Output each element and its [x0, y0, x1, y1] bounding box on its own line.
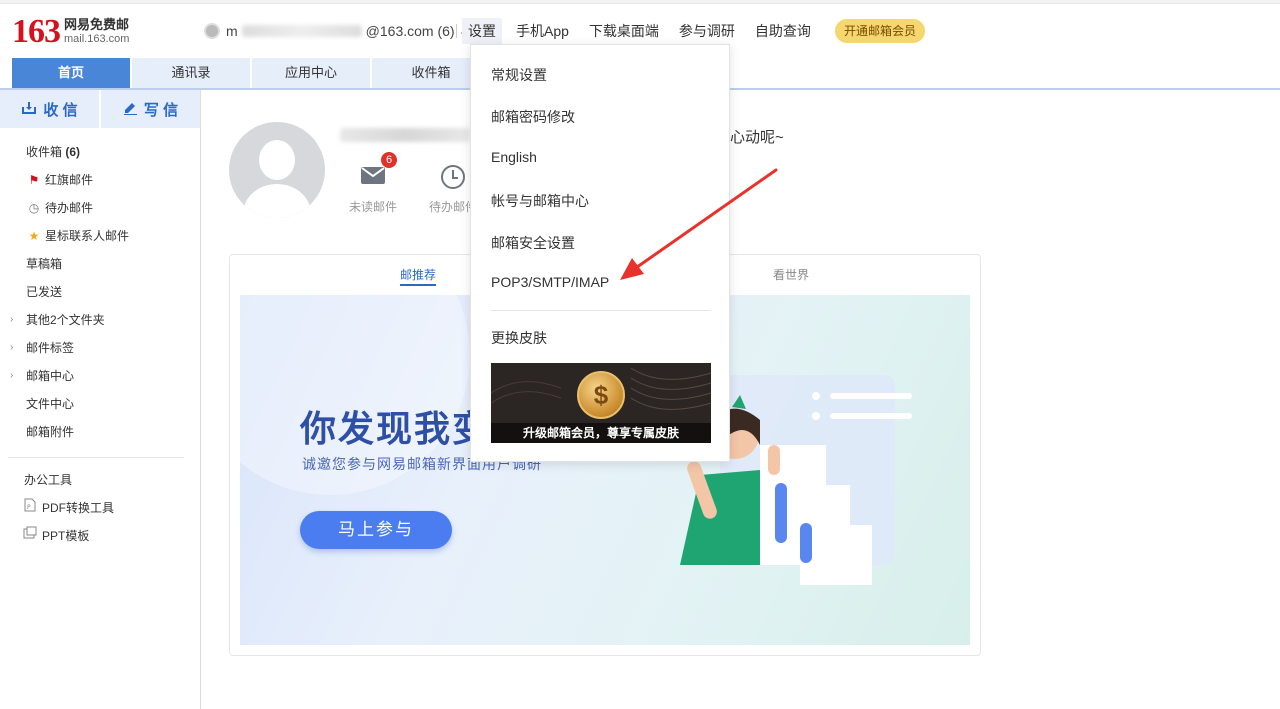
tools-heading: 办公工具 [0, 466, 200, 494]
account-avatar-icon [204, 23, 220, 39]
skin-promo-caption: 升级邮箱会员，尊享专属皮肤 [491, 423, 711, 443]
folder-starred-label: 星标联系人邮件 [45, 229, 130, 243]
unread-mail-label: 未读邮件 [348, 200, 397, 214]
folder-tags[interactable]: › 邮件标签 [0, 334, 200, 362]
nav-mobile-app[interactable]: 手机App [516, 21, 569, 41]
logo-title: 网易免费邮 [64, 17, 130, 32]
top-nav: 设置 手机App 下载桌面端 参与调研 自助查询 [462, 18, 831, 44]
tab-recommend-underline [400, 284, 436, 286]
folder-inbox-label: 收件箱 [26, 145, 63, 159]
folder-file-center-label: 文件中心 [26, 397, 75, 411]
folder-inbox[interactable]: 收件箱 (6) [0, 138, 200, 166]
folder-drafts[interactable]: 草稿箱 [0, 250, 200, 278]
main-tabs: 首页 通讯录 应用中心 收件箱 [12, 58, 492, 88]
tab-contacts[interactable]: 通讯录 [132, 58, 250, 88]
avatar-head [259, 140, 295, 180]
red-flag-icon: ⚑ [28, 173, 40, 187]
menu-divider [491, 310, 711, 311]
folder-flagged-label: 红旗邮件 [45, 173, 94, 187]
unread-mail-stat[interactable]: 未读邮件 [343, 164, 403, 215]
envelope-icon [360, 164, 386, 190]
unread-count-badge: 6 [381, 152, 397, 168]
menu-general-settings[interactable]: 常规设置 [491, 65, 547, 85]
folder-sent-label: 已发送 [26, 285, 63, 299]
logo[interactable]: 163 网易免费邮 mail.163.com [12, 14, 129, 50]
folder-file-center[interactable]: 文件中心 [0, 390, 200, 418]
chevron-right-icon: › [10, 370, 14, 381]
folder-mail-center-label: 邮箱中心 [26, 369, 75, 383]
sidebar-divider [8, 457, 184, 458]
clock-icon: ◷ [28, 201, 40, 215]
folder-other-label: 其他2个文件夹 [26, 313, 105, 327]
folder-mail-center[interactable]: › 邮箱中心 [0, 362, 200, 390]
top-border [0, 0, 1280, 4]
chevron-right-icon: › [10, 342, 14, 353]
folder-tags-label: 邮件标签 [26, 341, 75, 355]
logo-domain: mail.163.com [64, 33, 130, 45]
folder-starred[interactable]: ★ 星标联系人邮件 [0, 222, 200, 250]
menu-security-settings[interactable]: 邮箱安全设置 [491, 233, 575, 253]
tool-ppt-label: PPT模板 [42, 529, 90, 543]
user-avatar[interactable] [229, 122, 325, 218]
tools-title: 办公工具 [24, 473, 73, 487]
avatar-body [243, 184, 311, 218]
folder-attachments[interactable]: 邮箱附件 [0, 418, 200, 446]
tool-pdf[interactable]: P PDF转换工具 [0, 494, 200, 522]
banner-title: 你发现我变 [300, 408, 491, 449]
nav-settings[interactable]: 设置 [462, 18, 502, 44]
menu-change-skin[interactable]: 更换皮肤 [491, 328, 547, 348]
clock-icon [440, 164, 466, 190]
ppt-template-icon [22, 522, 38, 550]
sidebar: 收 信 写 信 收件箱 (6) ⚑ 红旗邮件 ◷ 待办邮件 ★ 星标联系人邮件 … [0, 90, 201, 709]
account-suffix: @163.com (6) [365, 23, 455, 39]
star-icon: ★ [28, 229, 40, 243]
tab-apps[interactable]: 应用中心 [252, 58, 370, 88]
menu-account-center[interactable]: 帐号与邮箱中心 [491, 191, 589, 211]
pencil-icon [123, 100, 138, 118]
annotation-arrow-icon [620, 168, 778, 280]
menu-english[interactable]: English [491, 149, 537, 165]
tab-home[interactable]: 首页 [12, 58, 130, 88]
tool-pdf-label: PDF转换工具 [42, 501, 115, 515]
account-redacted [241, 25, 362, 37]
tab-recommend[interactable]: 邮推荐 [400, 266, 436, 283]
compose-button[interactable]: 写 信 [101, 90, 200, 128]
folder-drafts-label: 草稿箱 [26, 257, 63, 271]
vip-button[interactable]: 开通邮箱会员 [835, 19, 925, 43]
skin-promo-banner[interactable]: $ 升级邮箱会员，尊享专属皮肤 [491, 363, 711, 443]
receive-label: 收 信 [43, 101, 78, 119]
account-switcher[interactable]: m @163.com (6) ⌄ [204, 22, 468, 40]
nav-survey[interactable]: 参与调研 [679, 21, 735, 41]
logo-number: 163 [12, 13, 61, 50]
nav-self-service[interactable]: 自助查询 [755, 21, 811, 41]
account-prefix: m [226, 23, 238, 39]
compose-label: 写 信 [143, 101, 179, 119]
chevron-right-icon: › [10, 314, 14, 325]
folder-todo[interactable]: ◷ 待办邮件 [0, 194, 200, 222]
menu-pop3-smtp-imap[interactable]: POP3/SMTP/IMAP [491, 274, 609, 290]
svg-text:P: P [27, 504, 31, 511]
folder-other[interactable]: › 其他2个文件夹 [0, 306, 200, 334]
inbox-download-icon [21, 101, 37, 118]
nav-desktop-download[interactable]: 下载桌面端 [589, 21, 659, 41]
receive-button[interactable]: 收 信 [0, 90, 100, 128]
folder-attachments-label: 邮箱附件 [26, 425, 75, 439]
header-divider [456, 24, 457, 38]
join-survey-button[interactable]: 马上参与 [300, 511, 452, 549]
folder-flagged[interactable]: ⚑ 红旗邮件 [0, 166, 200, 194]
menu-change-password[interactable]: 邮箱密码修改 [491, 107, 575, 127]
folder-todo-label: 待办邮件 [45, 201, 94, 215]
tool-ppt[interactable]: PPT模板 [0, 522, 200, 550]
username-redacted [340, 128, 470, 142]
vip-coin-icon: $ [577, 371, 625, 419]
folder-sent[interactable]: 已发送 [0, 278, 200, 306]
pdf-file-icon: P [22, 494, 38, 522]
folder-inbox-count: (6) [65, 145, 81, 159]
greeting-text: 心动呢~ [730, 129, 784, 146]
